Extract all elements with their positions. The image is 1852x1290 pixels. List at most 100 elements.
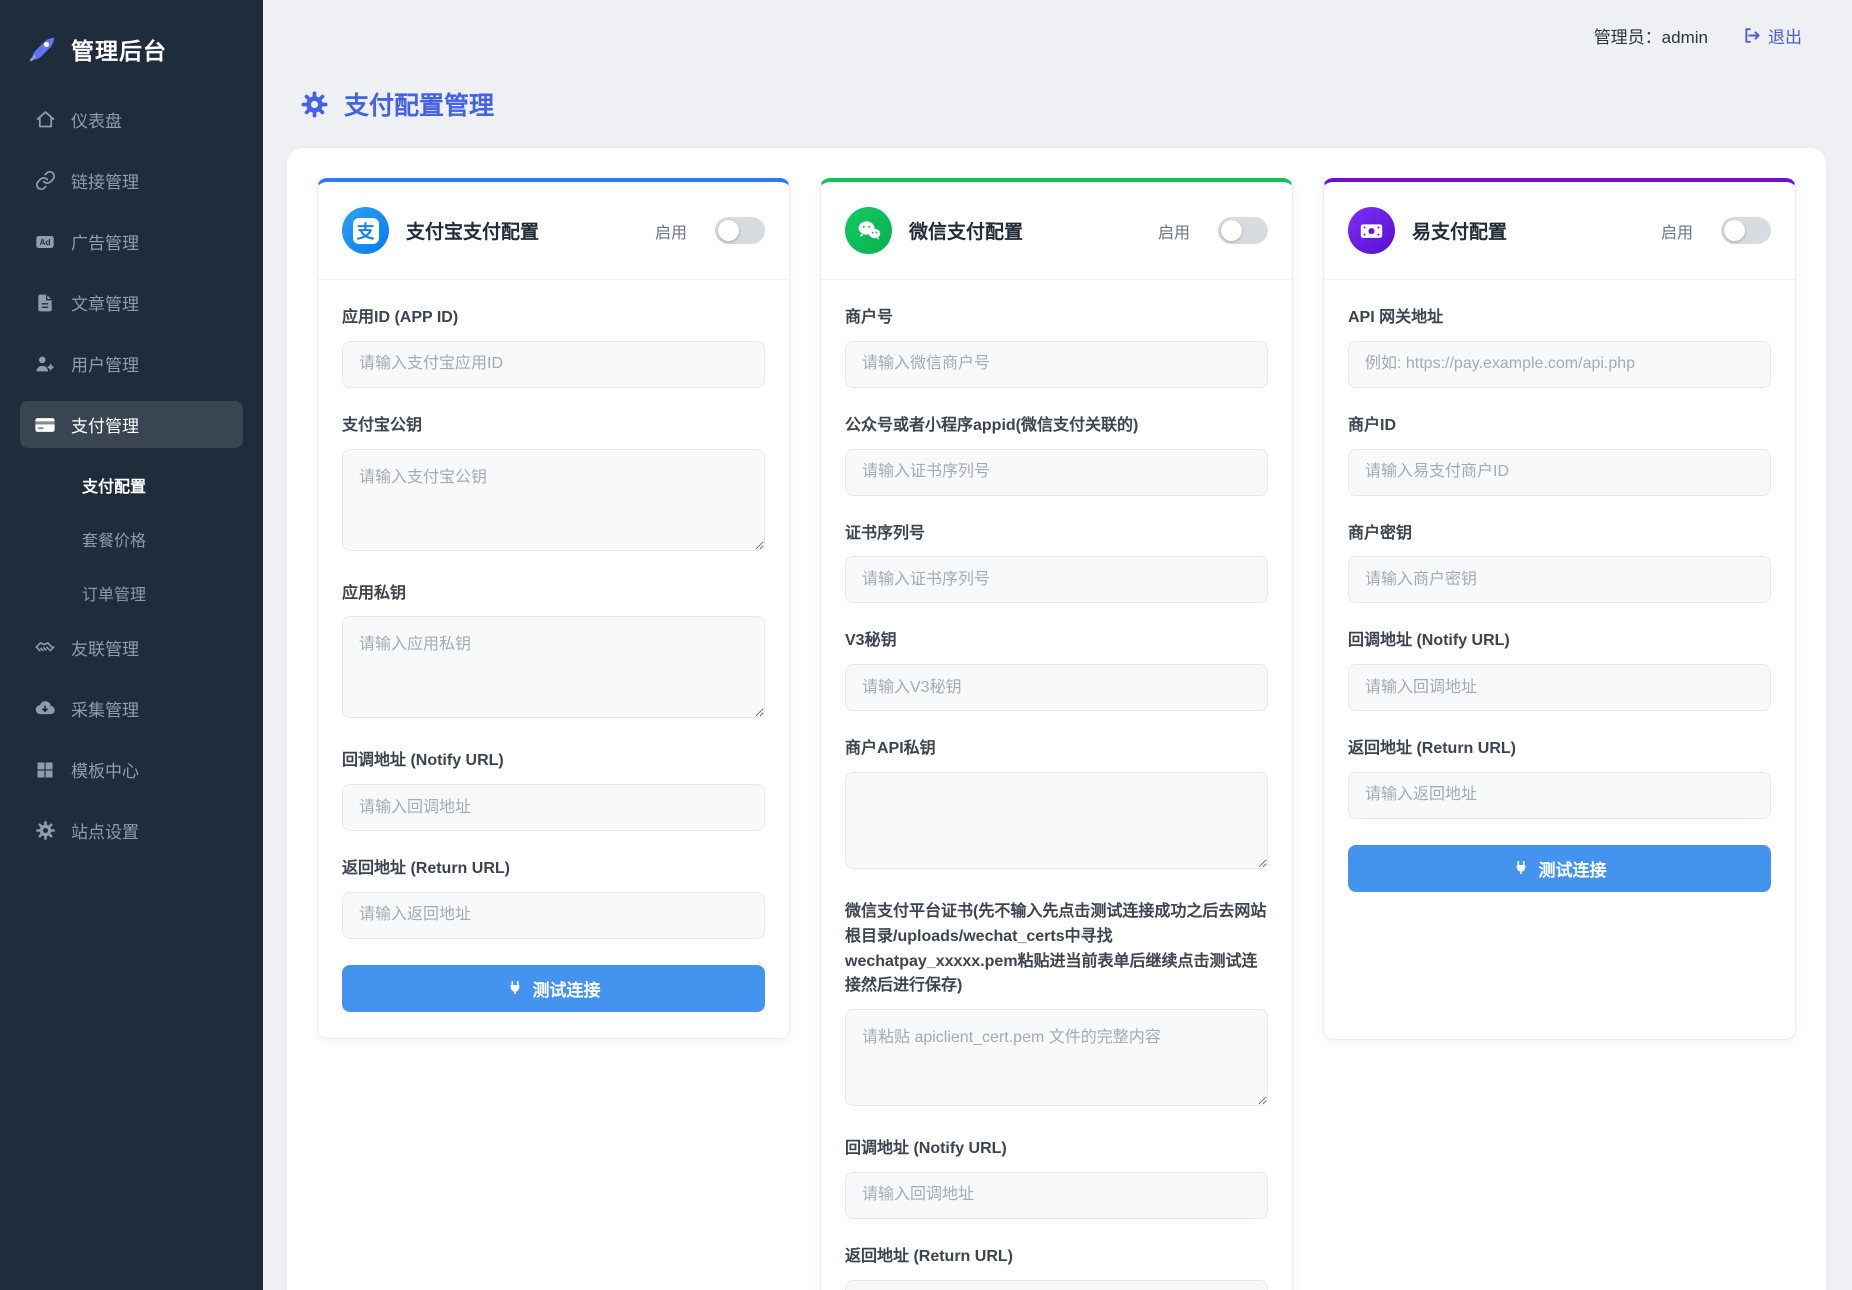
merchant-api-key-textarea[interactable] — [845, 772, 1268, 869]
sidebar-subitem-package-price[interactable]: 套餐价格 — [20, 516, 243, 562]
sidebar-item-payment[interactable]: 支付管理 — [20, 401, 243, 448]
wechat-config-card: 微信支付配置 启用 商户号 公众号或者小程序appid(微信支付关联的) 证书序… — [820, 178, 1293, 1290]
logout-label: 退出 — [1768, 23, 1802, 48]
field-label: 商户密钥 — [1348, 522, 1771, 547]
return-url-input[interactable] — [845, 1280, 1268, 1290]
return-url-input[interactable] — [342, 892, 765, 939]
field-label: 公众号或者小程序appid(微信支付关联的) — [845, 414, 1268, 439]
test-connection-button[interactable]: 测试连接 — [342, 965, 765, 1012]
notify-url-input[interactable] — [342, 784, 765, 831]
enable-toggle[interactable] — [715, 217, 765, 244]
wechat-icon — [845, 207, 892, 254]
main-area: 管理员：admin 退出 支付配置管理 支 支付宝支付配置 启用 — [263, 0, 1852, 1290]
field-label: 返回地址 (Return URL) — [342, 857, 765, 882]
field-label: 微信支付平台证书(先不输入先点击测试连接成功之后去网站根目录/uploads/w… — [845, 900, 1268, 999]
enable-label: 启用 — [1158, 219, 1190, 243]
ad-icon: Ad — [34, 231, 56, 253]
api-gateway-input[interactable] — [1348, 341, 1771, 388]
cert-serial-input[interactable] — [845, 556, 1268, 603]
field-label: 返回地址 (Return URL) — [1348, 737, 1771, 762]
sidebar-item-label: 用户管理 — [71, 351, 139, 376]
sidebar-item-links[interactable]: 链接管理 — [20, 157, 243, 204]
rocket-icon — [26, 33, 58, 65]
sidebar-item-friend-links[interactable]: 友联管理 — [20, 624, 243, 671]
sidebar-item-label: 采集管理 — [71, 696, 139, 721]
handshake-icon — [34, 637, 56, 659]
notify-url-input[interactable] — [845, 1172, 1268, 1219]
field-label: V3秘钥 — [845, 629, 1268, 654]
alipay-public-key-textarea[interactable] — [342, 449, 765, 551]
enable-label: 启用 — [1661, 219, 1693, 243]
epay-config-card: 易支付配置 启用 API 网关地址 商户ID 商户密钥 — [1323, 178, 1796, 1040]
field-label: 返回地址 (Return URL) — [845, 1245, 1268, 1270]
appid-input[interactable] — [845, 449, 1268, 496]
gear-icon — [300, 90, 329, 119]
field-label: 回调地址 (Notify URL) — [845, 1137, 1268, 1162]
field-label: 支付宝公钥 — [342, 414, 765, 439]
test-connection-button[interactable]: 测试连接 — [1348, 845, 1771, 892]
sidebar-subitem-payment-config[interactable]: 支付配置 — [20, 462, 243, 508]
card-header: 微信支付配置 启用 — [821, 182, 1292, 280]
merchant-id-input[interactable] — [1348, 449, 1771, 496]
sidebar-item-users[interactable]: 用户管理 — [20, 340, 243, 387]
brand: 管理后台 — [0, 26, 263, 96]
link-icon — [34, 170, 56, 192]
v3-key-input[interactable] — [845, 664, 1268, 711]
svg-text:Ad: Ad — [40, 238, 51, 247]
card-header: 易支付配置 启用 — [1324, 182, 1795, 280]
banknote-icon — [1348, 207, 1395, 254]
sidebar-item-site-settings[interactable]: 站点设置 — [20, 807, 243, 854]
card-title: 微信支付配置 — [909, 217, 1141, 244]
article-icon — [34, 292, 56, 314]
sidebar-subitem-orders[interactable]: 订单管理 — [20, 570, 243, 616]
field-label: 回调地址 (Notify URL) — [1348, 629, 1771, 654]
enable-toggle[interactable] — [1218, 217, 1268, 244]
brand-title: 管理后台 — [71, 32, 167, 66]
alipay-icon: 支 — [342, 207, 389, 254]
logout-link[interactable]: 退出 — [1742, 23, 1802, 48]
sidebar-item-articles[interactable]: 文章管理 — [20, 279, 243, 326]
sidebar-item-ads[interactable]: Ad 广告管理 — [20, 218, 243, 265]
sidebar-item-label: 支付管理 — [71, 412, 139, 437]
alipay-config-card: 支 支付宝支付配置 启用 应用ID (APP ID) 支付宝公钥 应 — [317, 178, 790, 1039]
sidebar-item-dashboard[interactable]: 仪表盘 — [20, 96, 243, 143]
merchant-key-input[interactable] — [1348, 556, 1771, 603]
cloud-download-icon — [34, 698, 56, 720]
sidebar: 管理后台 仪表盘 链接管理 Ad 广告管理 文章管理 用户管理 支 — [0, 0, 263, 1290]
plug-icon — [507, 980, 523, 996]
home-icon — [34, 109, 56, 131]
sign-out-icon — [1742, 26, 1761, 45]
field-label: 应用ID (APP ID) — [342, 306, 765, 331]
sidebar-item-label: 广告管理 — [71, 229, 139, 254]
return-url-input[interactable] — [1348, 772, 1771, 819]
enable-label: 启用 — [655, 219, 687, 243]
sidebar-item-collection[interactable]: 采集管理 — [20, 685, 243, 732]
sidebar-item-label: 模板中心 — [71, 757, 139, 782]
field-label: 商户号 — [845, 306, 1268, 331]
card-title: 易支付配置 — [1412, 217, 1644, 244]
gear-icon — [34, 820, 56, 842]
admin-label: 管理员：admin — [1594, 23, 1708, 48]
field-label: API 网关地址 — [1348, 306, 1771, 331]
platform-cert-textarea[interactable] — [845, 1009, 1268, 1106]
user-gear-icon — [34, 353, 56, 375]
card-title: 支付宝支付配置 — [406, 217, 638, 244]
enable-toggle[interactable] — [1721, 217, 1771, 244]
app-id-input[interactable] — [342, 341, 765, 388]
page-title-row: 支付配置管理 — [263, 70, 1852, 148]
topbar: 管理员：admin 退出 — [263, 0, 1852, 70]
app-private-key-textarea[interactable] — [342, 616, 765, 718]
credit-card-icon — [34, 414, 56, 436]
sidebar-item-label: 链接管理 — [71, 168, 139, 193]
sidebar-item-label: 友联管理 — [71, 635, 139, 660]
sidebar-item-templates[interactable]: 模板中心 — [20, 746, 243, 793]
field-label: 回调地址 (Notify URL) — [342, 749, 765, 774]
grid-icon — [34, 759, 56, 781]
merchant-number-input[interactable] — [845, 341, 1268, 388]
sidebar-item-label: 站点设置 — [71, 818, 139, 843]
field-label: 证书序列号 — [845, 522, 1268, 547]
content-panel: 支 支付宝支付配置 启用 应用ID (APP ID) 支付宝公钥 应 — [287, 148, 1826, 1290]
plug-icon — [1513, 860, 1529, 876]
field-label: 商户ID — [1348, 414, 1771, 439]
notify-url-input[interactable] — [1348, 664, 1771, 711]
